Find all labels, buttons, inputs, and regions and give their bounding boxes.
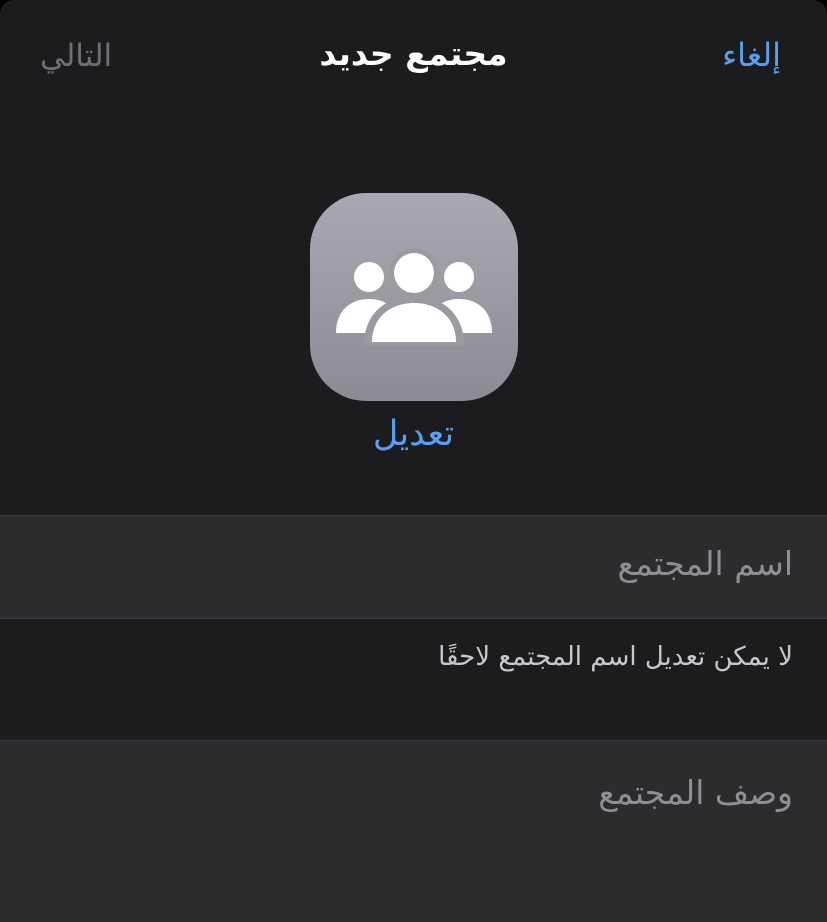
community-name-field[interactable]: اسم المجتمع [0, 516, 827, 618]
community-description-field[interactable]: وصف المجتمع [0, 741, 827, 922]
edit-avatar-button[interactable]: تعديل [0, 414, 827, 454]
next-button[interactable]: التالي [40, 38, 112, 74]
page-title: مجتمع جديد [319, 34, 508, 73]
group-icon [336, 248, 492, 345]
divider [0, 618, 827, 619]
new-community-screen: إلغاء مجتمع جديد التالي تعديل اسم المجتم… [0, 0, 827, 922]
navigation-bar: إلغاء مجتمع جديد التالي [0, 0, 827, 118]
community-name-placeholder: اسم المجتمع [617, 544, 793, 583]
community-avatar[interactable] [310, 193, 518, 401]
community-description-placeholder: وصف المجتمع [598, 773, 793, 812]
name-helper-text: لا يمكن تعديل اسم المجتمع لاحقًا [438, 642, 793, 672]
